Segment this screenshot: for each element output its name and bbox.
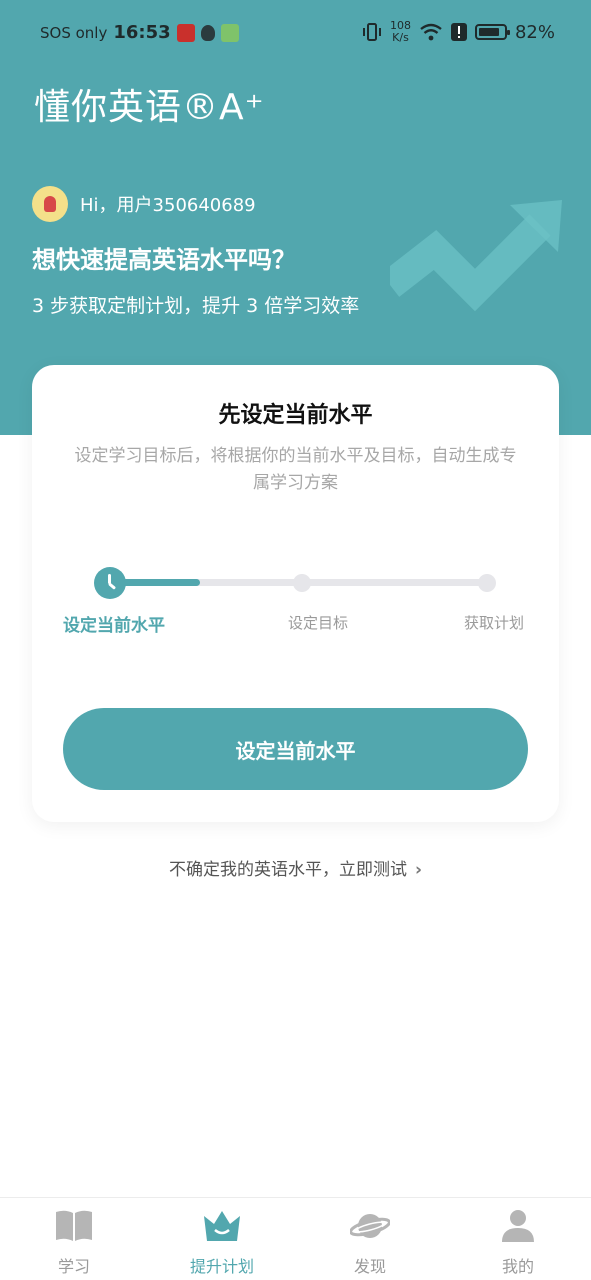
tab-label-discover: 发现 <box>353 1257 386 1276</box>
network-speed-unit: K/s <box>392 31 409 44</box>
alert-icon <box>450 23 467 41</box>
step-label-current-level: 设定当前水平 <box>63 616 165 636</box>
clock: 16:53 <box>113 22 171 43</box>
popsicle-icon <box>44 196 56 212</box>
tab-improve-plan[interactable]: 提升计划 <box>148 1198 296 1280</box>
step-label-target: 设定目标 <box>288 614 349 632</box>
app-title: 懂你英语®A⁺ <box>34 87 265 128</box>
card-description: 设定学习目标后，将根据你的当前水平及目标，自动生成专属学习方案 <box>74 446 517 493</box>
wifi-icon <box>420 23 442 41</box>
status-bar: SOS only 16:53 108 K/s 82% <box>0 0 591 66</box>
wechat-app-icon <box>220 23 239 42</box>
book-icon <box>56 1210 92 1241</box>
tab-discover[interactable]: 发现 <box>296 1198 444 1280</box>
subline: 3 步获取定制计划，提升 3 倍学习效率 <box>32 295 360 317</box>
profile-icon <box>502 1210 534 1242</box>
clock-icon <box>94 567 126 599</box>
user-greeting-row: Hi，用户350640689 <box>32 186 256 222</box>
network-speed: 108 K/s <box>390 20 411 44</box>
bottom-tab-bar: 学习 提升计划 发现 我的 <box>0 1197 591 1280</box>
user-greeting: Hi，用户350640689 <box>80 195 256 216</box>
set-current-level-button[interactable]: 设定当前水平 <box>63 708 528 790</box>
shield-icon <box>200 24 215 41</box>
headline: 想快速提高英语水平吗？ <box>32 246 296 274</box>
vibrate-icon <box>362 23 381 41</box>
news-app-icon <box>176 23 195 42</box>
battery-icon <box>474 24 510 40</box>
step-dot-plan <box>478 574 496 592</box>
battery-percent: 82% <box>514 21 555 43</box>
planet-icon <box>350 1214 390 1238</box>
tab-label-study: 学习 <box>57 1257 90 1276</box>
avatar[interactable] <box>32 186 68 222</box>
card-title: 先设定当前水平 <box>218 403 373 428</box>
step-label-plan: 获取计划 <box>464 614 525 632</box>
level-test-link-label: 不确定我的英语水平，立即测试 <box>168 860 407 880</box>
tab-label-improve-plan: 提升计划 <box>189 1257 254 1276</box>
chevron-right-icon: › <box>414 860 422 880</box>
level-setup-card: 先设定当前水平 设定学习目标后，将根据你的当前水平及目标，自动生成专属学习方案 … <box>32 365 559 822</box>
sos-label: SOS only <box>40 23 108 42</box>
step-dot-target <box>293 574 311 592</box>
tab-me[interactable]: 我的 <box>444 1198 591 1280</box>
trend-arrow-icon <box>390 200 562 312</box>
tab-study[interactable]: 学习 <box>0 1198 148 1280</box>
level-test-link[interactable]: 不确定我的英语水平，立即测试 › <box>0 855 591 880</box>
tab-label-me: 我的 <box>501 1257 534 1276</box>
crown-icon <box>204 1211 240 1241</box>
